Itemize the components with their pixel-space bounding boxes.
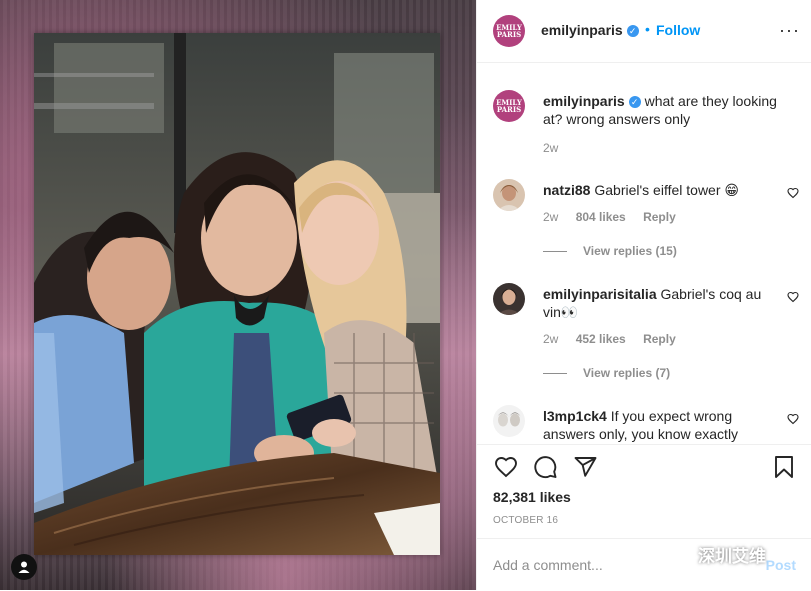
replies-line [543,251,567,253]
post-photo[interactable] [34,33,440,555]
comment-time[interactable]: 2w [543,332,558,346]
follow-button[interactable]: Follow [656,22,700,38]
post-media-area [0,0,476,590]
likes-count[interactable]: 82,381 likes [493,489,571,505]
verified-badge-icon: ✓ [626,25,639,37]
verified-badge-icon: ✓ [628,96,641,108]
caption-avatar[interactable]: EMILY PARIS [493,90,525,122]
heart-icon[interactable] [787,291,799,303]
more-options-icon[interactable]: ··· [779,20,800,41]
comment-time[interactable]: 2w [543,210,558,224]
user-icon [18,561,30,573]
comments-list[interactable]: EMILY PARIS emilyinparis ✓ what are they … [477,63,811,443]
comment-username[interactable]: emilyinparisitalia [543,286,657,302]
heart-icon[interactable] [787,413,799,425]
view-replies-button[interactable]: View replies (7) [543,366,670,380]
comment-likes[interactable]: 452 likes [576,332,626,346]
comment-likes[interactable]: 804 likes [576,210,626,224]
post-actions [477,444,811,485]
view-replies-label: View replies (7) [583,366,671,380]
caption: emilyinparis ✓ what are they looking at? … [543,92,793,128]
share-icon[interactable] [573,455,598,479]
view-replies-button[interactable]: View replies (15) [543,244,677,258]
separator-dot: • [645,21,650,37]
watermark: 深圳艾维 [666,541,766,567]
avatar-text-bottom: PARIS [496,30,522,39]
comment-body: l3mp1ck4 If you expect wrong answers onl… [543,407,765,443]
caption-username[interactable]: emilyinparis [543,93,625,109]
comment-username[interactable]: l3mp1ck4 [543,408,607,424]
commenter-avatar[interactable] [493,405,525,437]
reply-button[interactable]: Reply [643,210,676,224]
avatar-text-bottom: PARIS [496,105,522,114]
view-replies-label: View replies (15) [583,244,677,258]
comment-body: natzi88 Gabriel's eiffel tower 😁 [543,181,765,199]
post-sidebar: EMILY PARIS emilyinparis ✓ • Follow ··· E… [476,0,811,590]
author-username-link[interactable]: emilyinparis ✓ [541,22,639,38]
comment-icon[interactable] [533,455,558,479]
photo-scene [34,33,440,555]
commenter-avatar[interactable] [493,179,525,211]
post-comment-button[interactable]: Post [766,557,796,573]
comment-text: Gabriel's eiffel tower 😁 [594,182,739,198]
author-avatar[interactable]: EMILY PARIS [493,15,525,47]
wechat-icon [666,545,692,563]
heart-icon[interactable] [493,455,519,479]
comment-username[interactable]: natzi88 [543,182,590,198]
comment-meta: 2w 452 likes Reply [543,332,690,346]
heart-icon[interactable] [787,187,799,199]
post-date[interactable]: OCTOBER 16 [493,515,558,526]
reply-button[interactable]: Reply [643,332,676,346]
comment-body: emilyinparisitalia Gabriel's coq au vin👀 [543,285,765,321]
user-tag-button[interactable] [11,554,37,580]
replies-line [543,373,567,375]
author-username: emilyinparis [541,22,623,38]
post-header: EMILY PARIS emilyinparis ✓ • Follow ··· [477,0,811,63]
comment-meta: 2w 804 likes Reply [543,210,690,224]
watermark-text: 深圳艾维 [698,546,766,566]
caption-timestamp[interactable]: 2w [543,141,558,155]
bookmark-icon[interactable] [773,455,795,479]
commenter-avatar[interactable] [493,283,525,315]
